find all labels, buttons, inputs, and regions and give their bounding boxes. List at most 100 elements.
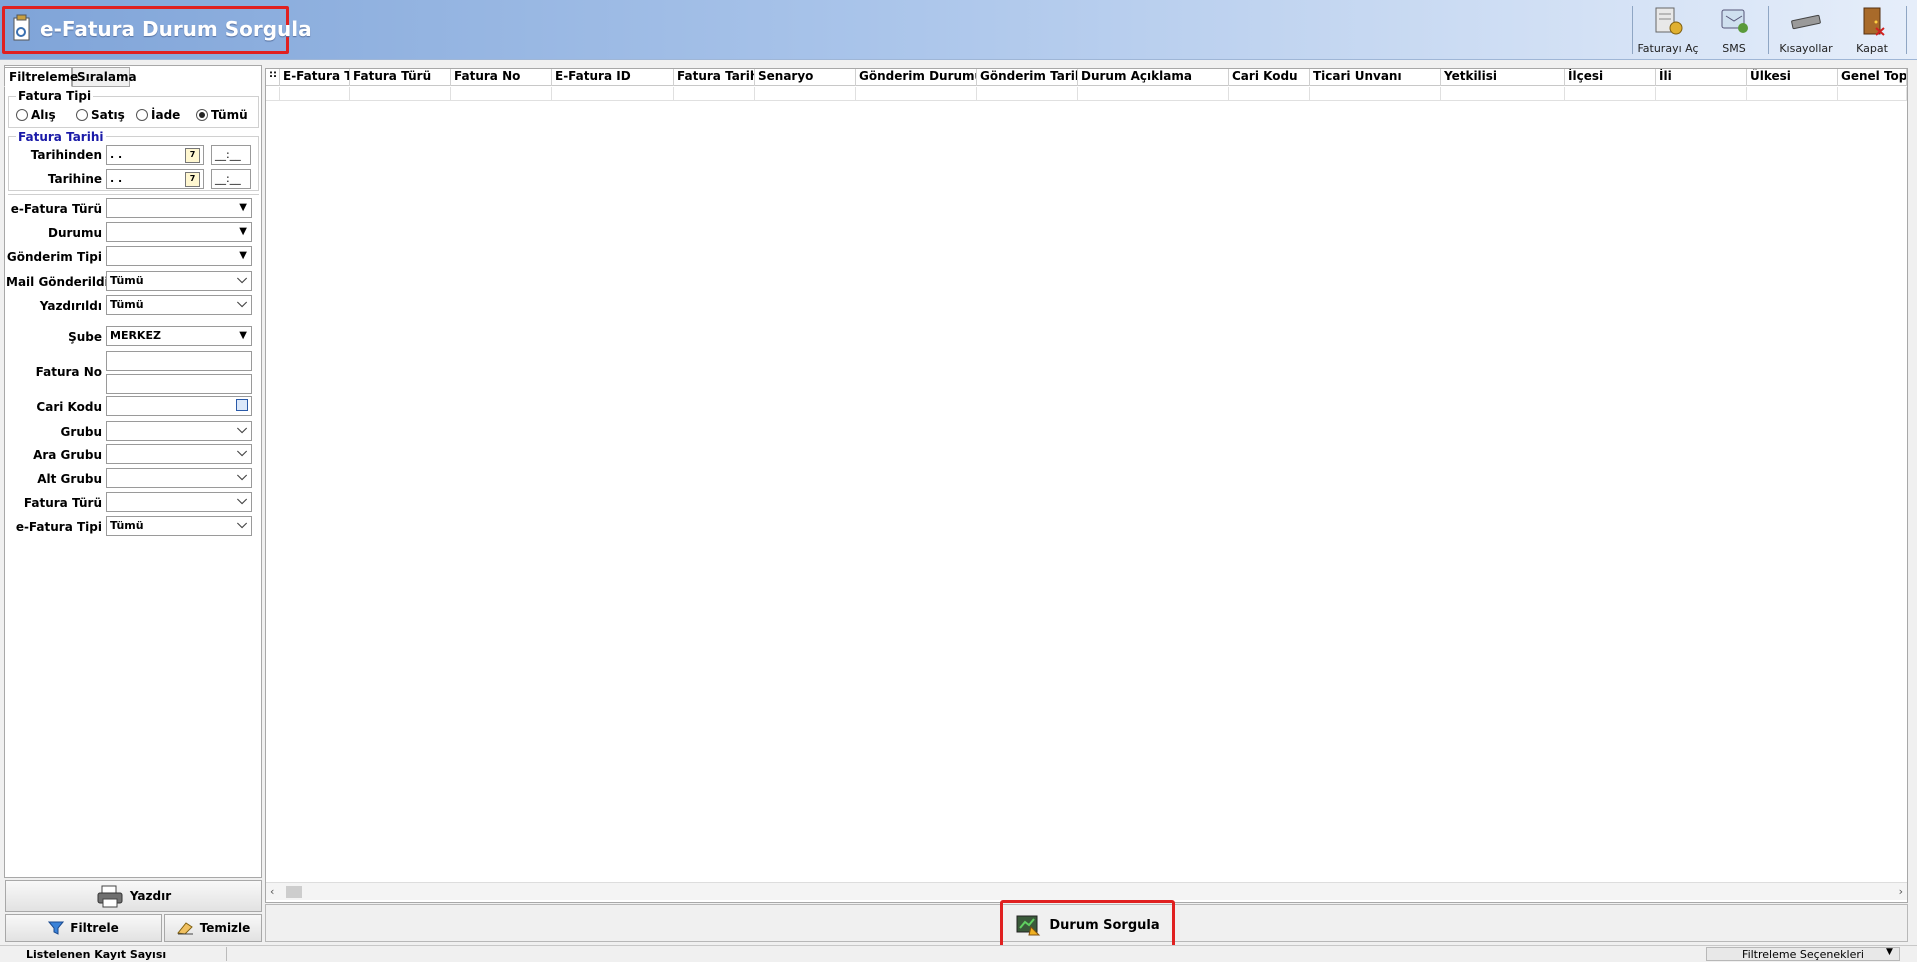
invoice-app-icon (13, 14, 30, 41)
chevron-down-icon: ⌵ (237, 517, 247, 532)
radio-dot (16, 109, 28, 121)
efatura-tipi-label: e-Fatura Tipi (15, 520, 102, 534)
fatura-no-to-input[interactable] (106, 374, 252, 394)
dropdown-arrow-icon[interactable]: ▼ (1886, 947, 1893, 957)
from-time-input[interactable]: __:__ (211, 145, 251, 165)
col-fatura-tarihi[interactable]: Fatura Tarihi (674, 69, 755, 86)
chevron-down-icon: ⌵ (237, 445, 247, 460)
sms-icon (1721, 9, 1748, 33)
durumu-dropdown[interactable]: ▼ (106, 222, 252, 242)
gonderim-tipi-dropdown[interactable]: ▼ (106, 246, 252, 266)
dropdown-arrow-icon: ▼ (239, 226, 247, 237)
close-button[interactable]: Kapat (1844, 4, 1900, 56)
tab-filtreleme[interactable]: Filtreleme (4, 67, 78, 87)
fatura-turu-label: Fatura Türü (23, 496, 102, 510)
radio-iade[interactable]: İade (136, 108, 180, 122)
print-button[interactable]: Yazdır (5, 880, 262, 912)
tab-siralama[interactable]: Sıralama (72, 67, 137, 87)
durumu-label: Durumu (47, 226, 102, 240)
horizontal-scrollbar[interactable]: ‹ › (266, 882, 1907, 900)
col-fatura-turu[interactable]: Fatura Türü (350, 69, 451, 86)
ara-grubu-label: Ara Grubu (33, 448, 102, 462)
col-gonderim-tarihi[interactable]: Gönderim Tarihi (977, 69, 1078, 86)
fatura-turu-select[interactable]: ⌵ (106, 492, 252, 512)
eraser-icon (176, 922, 193, 935)
toolbar-separator (1632, 6, 1633, 54)
col-yetkilisi[interactable]: Yetkilisi (1441, 69, 1565, 86)
close-door-icon (1863, 7, 1885, 36)
results-grid (265, 68, 1908, 903)
keyboard-icon (1791, 14, 1821, 30)
query-status-icon (1016, 915, 1041, 936)
efatura-turu-label: e-Fatura Türü (10, 202, 102, 216)
cari-kodu-input[interactable] (106, 396, 252, 416)
radio-tumu[interactable]: Tümü (196, 108, 248, 122)
record-count-label: Listelenen Kayıt Sayısı (26, 948, 167, 961)
col-senaryo[interactable]: Senaryo (755, 69, 856, 86)
to-time-input[interactable]: __:__ (211, 169, 251, 189)
radio-dot (76, 109, 88, 121)
grubu-select[interactable]: ⌵ (106, 421, 252, 441)
col-fatura-no[interactable]: Fatura No (451, 69, 552, 86)
col-durum-aciklama[interactable]: Durum Açıklama (1078, 69, 1229, 86)
col-gonderim-durumu[interactable]: Gönderim Durumu (856, 69, 977, 86)
shortcuts-button[interactable]: Kısayollar (1774, 4, 1838, 56)
radio-alis[interactable]: Alış (16, 108, 56, 122)
col-genel-top[interactable]: Genel Top (1838, 69, 1907, 86)
from-date-input[interactable]: . .7 (106, 145, 204, 165)
chevron-down-icon: ⌵ (237, 469, 247, 484)
open-invoice-icon (1655, 7, 1683, 35)
col-ilcesi[interactable]: İlçesi (1565, 69, 1656, 86)
alt-grubu-select[interactable]: ⌵ (106, 468, 252, 488)
yazdirildi-select[interactable]: Tümü ⌵ (106, 295, 252, 315)
lookup-icon[interactable] (236, 399, 248, 411)
invoice-date-title: Fatura Tarihi (16, 130, 106, 144)
toolbar-separator (1768, 6, 1769, 54)
yazdirildi-label: Yazdırıldı (39, 299, 102, 313)
grid-header: :: E-Fatura Türü Fatura Türü Fatura No E… (266, 69, 1907, 86)
col-efatura-id[interactable]: E-Fatura ID (552, 69, 674, 86)
to-date-label: Tarihine (47, 172, 102, 186)
status-bar: Listelenen Kayıt Sayısı Filtreleme Seçen… (0, 945, 1917, 962)
grid-row-indicator: :: (266, 69, 280, 86)
ara-grubu-select[interactable]: ⌵ (106, 444, 252, 464)
from-date-label: Tarihinden (30, 148, 102, 162)
efatura-tipi-select[interactable]: Tümü ⌵ (106, 516, 252, 536)
chevron-down-icon: ⌵ (237, 296, 247, 311)
divider (8, 194, 259, 195)
efatura-turu-dropdown[interactable]: ▼ (106, 198, 252, 218)
invoice-type-title: Fatura Tipi (16, 89, 94, 103)
to-date-input[interactable]: . .7 (106, 169, 204, 189)
dropdown-arrow-icon: ▼ (239, 202, 247, 213)
sube-label: Şube (68, 330, 102, 344)
funnel-icon (48, 921, 65, 935)
open-invoice-button[interactable]: Faturayı Aç (1636, 4, 1700, 56)
scroll-thumb[interactable] (286, 886, 302, 898)
sms-button[interactable]: SMS (1706, 4, 1762, 56)
chevron-down-icon: ⌵ (237, 422, 247, 437)
calendar-icon[interactable]: 7 (185, 172, 200, 187)
mail-gonderildi-select[interactable]: Tümü ⌵ (106, 271, 252, 291)
calendar-icon[interactable]: 7 (185, 148, 200, 163)
fatura-no-label: Fatura No (35, 365, 102, 379)
clear-button[interactable]: Temizle (164, 914, 262, 942)
radio-satis[interactable]: Satış (76, 108, 125, 122)
toolbar-separator (1906, 6, 1907, 54)
filter-button[interactable]: Filtrele (5, 914, 162, 942)
gonderim-tipi-label: Gönderim Tipi (6, 250, 102, 264)
radio-dot (136, 109, 148, 121)
scroll-right-icon[interactable]: › (1899, 885, 1903, 898)
filter-options-toggle[interactable]: Filtreleme Seçenekleri (1706, 947, 1900, 961)
fatura-no-from-input[interactable] (106, 351, 252, 371)
col-ili[interactable]: İli (1656, 69, 1747, 86)
sube-dropdown[interactable]: MERKEZ ▼ (106, 326, 252, 346)
scroll-left-icon[interactable]: ‹ (270, 885, 274, 898)
radio-dot (196, 109, 208, 121)
col-ulkesi[interactable]: Ülkesi (1747, 69, 1838, 86)
printer-icon (97, 885, 123, 908)
col-efatura-turu[interactable]: E-Fatura Türü (280, 69, 350, 86)
status-query-button[interactable]: Durum Sorgula (1006, 906, 1169, 944)
alt-grubu-label: Alt Grubu (37, 472, 102, 486)
col-cari-kodu[interactable]: Cari Kodu (1229, 69, 1310, 86)
col-ticari-unvani[interactable]: Ticari Unvanı (1310, 69, 1441, 86)
